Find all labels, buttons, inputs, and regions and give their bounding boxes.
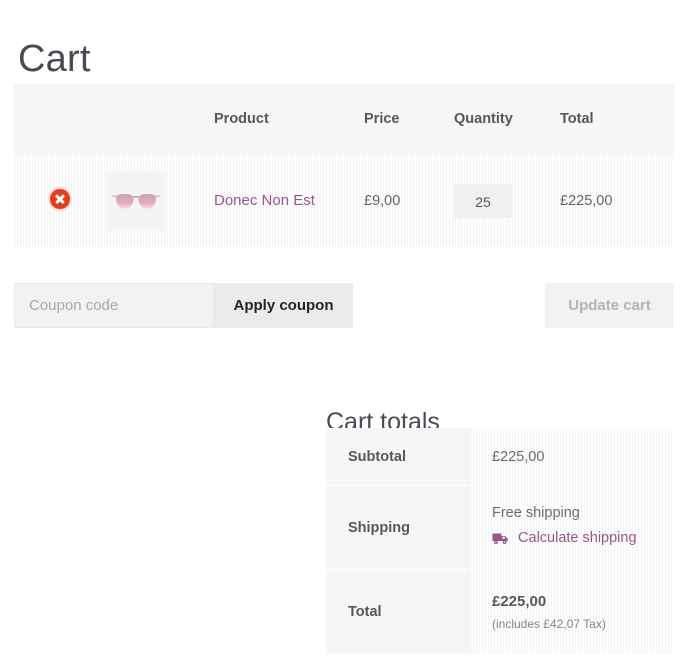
- cart-item-thumbnail-cell: [106, 154, 214, 247]
- cart-table: Product Price Quantity Total Donec Non E…: [14, 84, 674, 247]
- column-header-total: Total: [560, 84, 674, 154]
- page-title: Cart: [18, 38, 91, 81]
- cart-table-body: Donec Non Est £9,00 25 £225,00: [14, 154, 674, 247]
- cart-item-row: Donec Non Est £9,00 25 £225,00: [14, 154, 674, 247]
- sunglasses-thumbnail-icon[interactable]: [106, 170, 166, 231]
- cart-item-total: £225,00: [560, 192, 613, 209]
- subtotal-row: Subtotal £225,00: [326, 428, 674, 486]
- column-header-quantity: Quantity: [454, 84, 560, 154]
- subtotal-value: £225,00: [470, 428, 674, 486]
- coupon-code-input[interactable]: [14, 283, 214, 328]
- shipping-value-cell: Free shipping Calculate shipping: [470, 485, 674, 570]
- cart-item-price: £9,00: [364, 192, 401, 209]
- cart-item-name-cell: Donec Non Est: [214, 154, 364, 247]
- remove-item-icon[interactable]: [50, 188, 70, 209]
- column-header-product: Product: [214, 84, 364, 154]
- update-cart-button[interactable]: Update cart: [545, 283, 674, 328]
- cart-item-quantity-cell: 25: [454, 154, 560, 247]
- product-link[interactable]: Donec Non Est: [214, 192, 315, 209]
- column-header-thumbnail: [106, 84, 214, 154]
- column-header-remove: [14, 84, 106, 154]
- calculate-shipping-label: Calculate shipping: [518, 530, 637, 546]
- cart-totals-table: Subtotal £225,00 Shipping Free shipping: [326, 428, 674, 654]
- grand-total-row: Total £225,00 (includes £42,07 Tax): [326, 569, 674, 654]
- grand-total-label: Total: [326, 569, 470, 654]
- grand-total-value-cell: £225,00 (includes £42,07 Tax): [470, 569, 674, 654]
- cart-header-row: Product Price Quantity Total: [14, 84, 674, 154]
- shipping-label: Shipping: [326, 485, 470, 570]
- cart-actions-row: Apply coupon Update cart: [14, 283, 674, 328]
- tax-note: (includes £42,07 Tax): [492, 616, 606, 631]
- shipping-row: Shipping Free shipping Calculate shippin…: [326, 485, 674, 570]
- subtotal-label: Subtotal: [326, 428, 470, 486]
- calculate-shipping-link[interactable]: Calculate shipping: [492, 526, 674, 553]
- cart-page: Cart Product Price Quantity Total Donec …: [0, 0, 688, 659]
- cart-table-header: Product Price Quantity Total: [14, 84, 674, 154]
- quantity-input[interactable]: 25: [454, 183, 512, 218]
- shipping-method-label: Free shipping: [492, 505, 580, 521]
- cart-item-remove-cell: [14, 154, 106, 247]
- grand-total-amount: £225,00: [492, 592, 547, 610]
- apply-coupon-button[interactable]: Apply coupon: [214, 283, 353, 328]
- column-header-price: Price: [364, 84, 454, 154]
- delivery-truck-icon: [492, 529, 509, 553]
